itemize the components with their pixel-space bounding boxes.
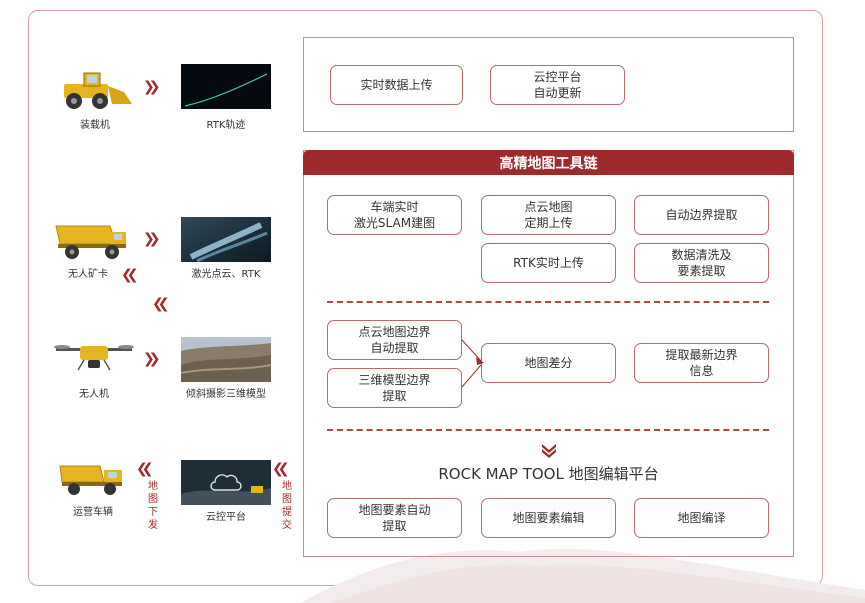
element-edit-button[interactable]: 地图要素编辑	[481, 498, 616, 538]
vehicle-slam-button[interactable]: 车端实时 激光SLAM建图	[327, 195, 462, 235]
section-divider	[327, 301, 769, 303]
left-arrow-icon: ❯❯	[127, 267, 139, 283]
cloud-platform-label: 云控平台	[206, 512, 246, 523]
pointcloud-boundary-button[interactable]: 点云地图边界 自动提取	[327, 320, 462, 360]
drone-label: 无人机	[79, 389, 109, 400]
platform-title: ROCK MAP TOOL 地图编辑平台	[438, 465, 659, 483]
mining-truck-icon	[55, 225, 126, 259]
model-boundary-button[interactable]: 三维模型边界 提取	[327, 368, 462, 408]
right-arrow-icon: ❯❯	[143, 351, 161, 367]
merge-connector	[461, 339, 484, 388]
auto-boundary-extract-button[interactable]: 自动边界提取	[634, 195, 769, 235]
rtk-track-thumbnail	[181, 64, 271, 109]
oblique-model-thumbnail	[181, 337, 271, 382]
left-arrow-icon: ❯❯	[142, 461, 154, 477]
operating-vehicles-label: 运营车辆	[73, 507, 113, 518]
left-arrow-icon: ❯❯	[278, 461, 290, 477]
toolchain-title: 高精地图工具链	[303, 150, 794, 175]
drone-icon	[54, 345, 134, 371]
map-download-label: 地图 下发	[148, 481, 158, 531]
rtk-track-label: RTK轨迹	[206, 120, 246, 131]
dump-truck-icon	[59, 465, 122, 495]
cloud-auto-update-button[interactable]: 云控平台 自动更新	[490, 65, 625, 105]
right-arrow-icon: ❯❯	[143, 79, 161, 95]
left-arrow-icon: ❯❯	[158, 296, 170, 312]
pointcloud-periodic-upload-button[interactable]: 点云地图 定期上传	[481, 195, 616, 235]
map-diff-button[interactable]: 地图差分	[481, 343, 616, 383]
right-arrow-icon: ❯❯	[143, 231, 161, 247]
loader-label: 装载机	[80, 120, 110, 131]
pointcloud-thumbnail	[181, 217, 271, 262]
map-submit-label: 地图 提交	[282, 481, 292, 531]
latest-boundary-button[interactable]: 提取最新边界 信息	[634, 343, 769, 383]
oblique-model-label: 倾斜摄影三维模型	[186, 389, 266, 400]
auto-element-extract-button[interactable]: 地图要素自动 提取	[327, 498, 462, 538]
map-compile-button[interactable]: 地图编译	[634, 498, 769, 538]
cloud-platform-thumbnail	[181, 460, 271, 505]
rtk-realtime-upload-button[interactable]: RTK实时上传	[481, 243, 616, 283]
realtime-upload-button[interactable]: 实时数据上传	[330, 65, 463, 105]
data-cleaning-button[interactable]: 数据清洗及 要素提取	[634, 243, 769, 283]
section-divider	[327, 429, 769, 431]
pointcloud-label: 激光点云、RTK	[191, 269, 261, 280]
down-arrow-icon	[542, 444, 556, 458]
mining-truck-label: 无人矿卡	[68, 269, 108, 280]
loader-icon	[64, 72, 132, 109]
